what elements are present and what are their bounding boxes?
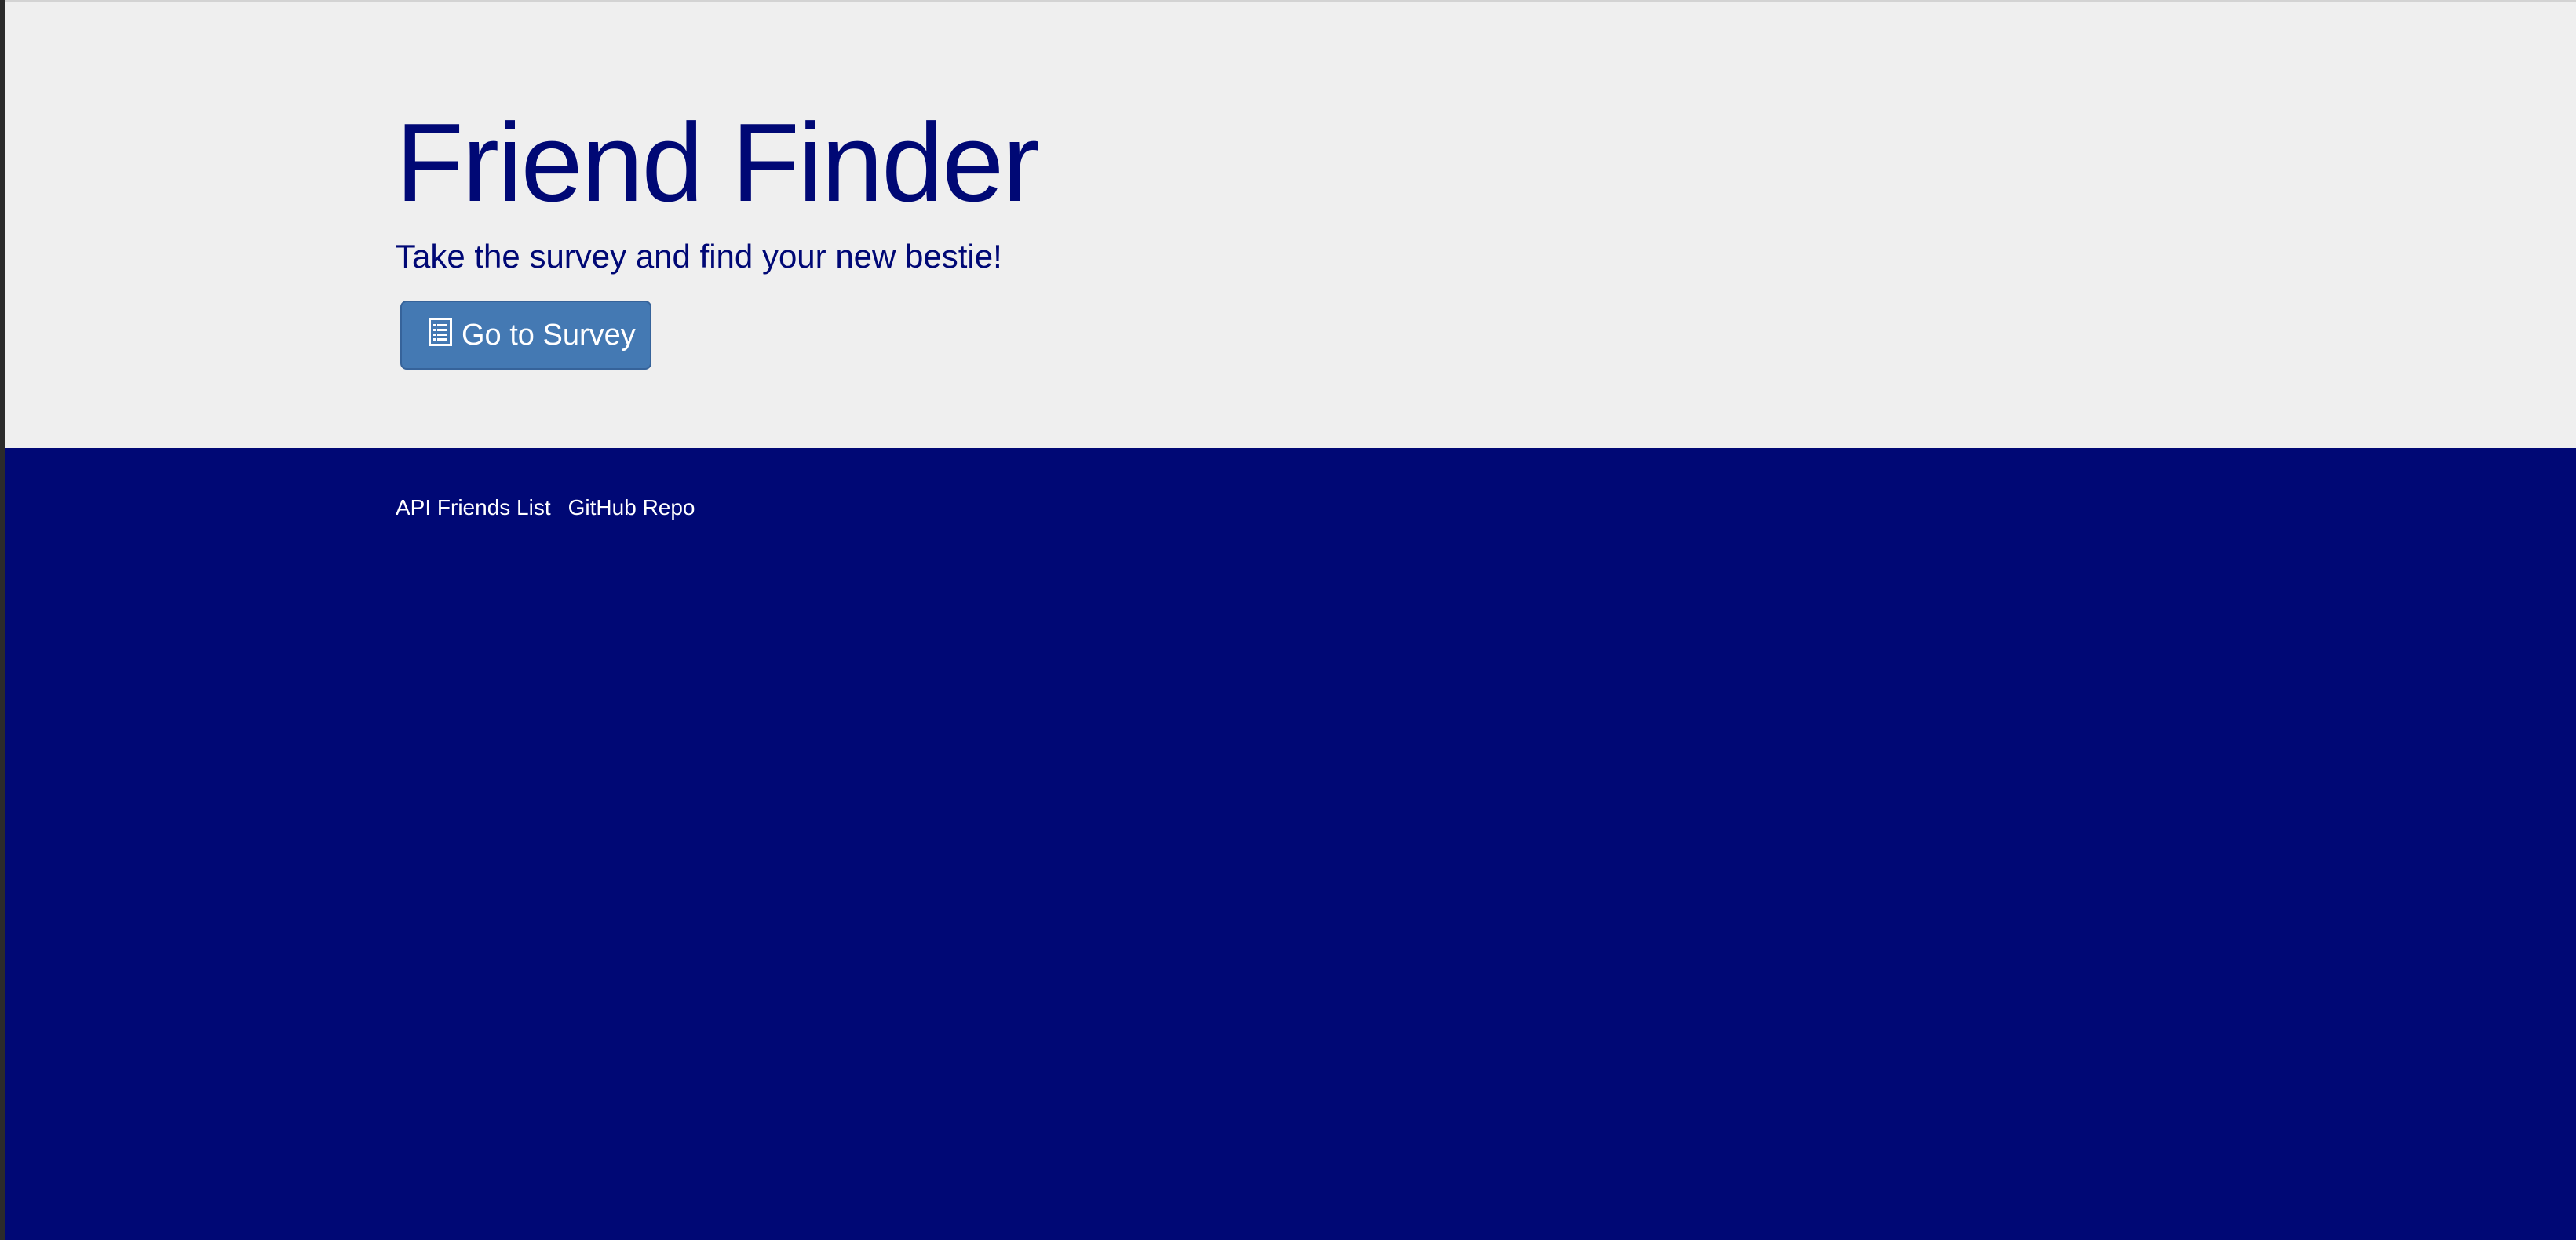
list-alt-icon — [429, 318, 452, 346]
footer: API Friends List GitHub Repo — [5, 448, 2576, 1240]
github-repo-link[interactable]: GitHub Repo — [568, 495, 695, 520]
go-to-survey-button[interactable]: Go to Survey — [400, 301, 651, 370]
jumbotron: Friend Finder Take the survey and find y… — [5, 2, 2576, 448]
page-title: Friend Finder — [396, 100, 1039, 225]
page: Friend Finder Take the survey and find y… — [0, 0, 2576, 1240]
go-to-survey-label: Go to Survey — [462, 318, 636, 352]
api-friends-list-link[interactable]: API Friends List — [396, 495, 551, 520]
page-subtitle: Take the survey and find your new bestie… — [396, 238, 1002, 275]
footer-links: API Friends List GitHub Repo — [396, 495, 695, 520]
